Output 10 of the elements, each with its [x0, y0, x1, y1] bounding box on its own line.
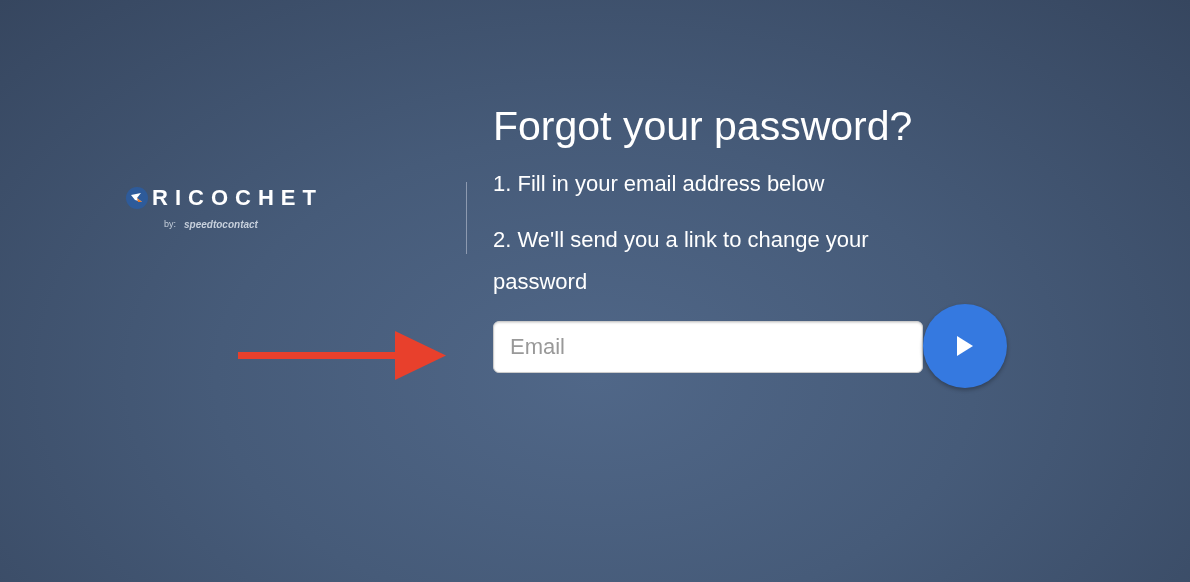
play-icon	[956, 335, 974, 358]
page-title: Forgot your password?	[493, 102, 914, 151]
company-name: speedtocontact	[184, 218, 258, 232]
logo-icon	[126, 187, 148, 209]
byline: by:	[164, 217, 176, 231]
email-field[interactable]: Email	[493, 321, 923, 374]
brand-name: RICOCHET	[152, 187, 323, 209]
instruction-step: 1. Fill in your email address below	[493, 163, 937, 206]
instruction-step: 2. We'll send you a link to change your password	[493, 219, 937, 304]
submit-button[interactable]	[923, 304, 1007, 389]
